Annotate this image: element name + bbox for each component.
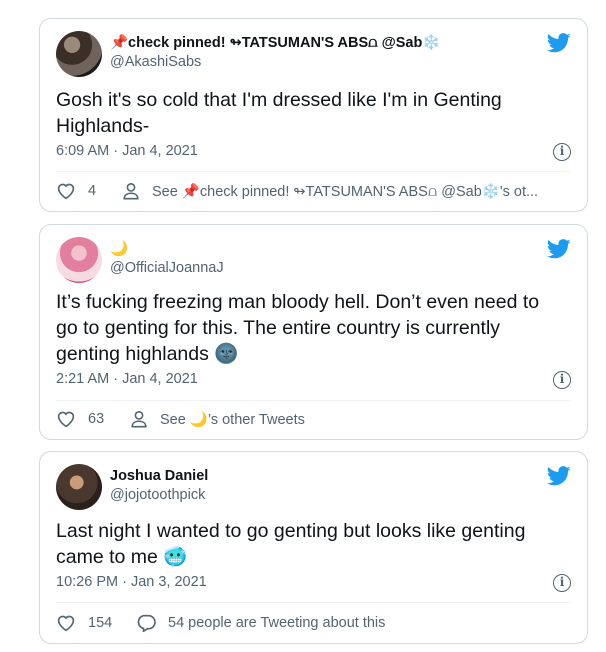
avatar[interactable] [56,237,102,283]
info-icon[interactable]: i [553,371,571,389]
tweet-actions: 63 See 🌙’s other Tweets [56,410,571,432]
see-other-tweets-link[interactable]: See 🌙’s other Tweets [130,410,305,428]
tweet-text-line: genting highlands 🌚 [56,343,239,365]
user-handle[interactable]: @OfficialJoannaJ [110,259,531,278]
display-name[interactable]: Joshua Daniel [110,467,531,486]
info-icon[interactable]: i [553,143,571,161]
secondary-action-label: 54 people are Tweeting about this [168,615,386,631]
tweet-header: 📌check pinned! ↬TATSUMAN'S ABS⩍ @Sab❄️ @… [56,31,571,79]
person-icon [131,410,147,428]
display-name[interactable]: 📌check pinned! ↬TATSUMAN'S ABS⩍ @Sab❄️ [110,34,531,53]
heart-icon [57,615,75,632]
tweet-card[interactable]: 📌check pinned! ↬TATSUMAN'S ABS⩍ @Sab❄️ @… [39,18,588,212]
like-button[interactable]: 4 [56,182,96,200]
tweet-text-line: Gosh it's so cold that I'm dressed like … [56,89,502,111]
author-block[interactable]: Joshua Daniel @jojotoothpick [110,467,531,505]
tweet-header: Joshua Daniel @jojotoothpick [56,464,571,512]
timestamp[interactable]: 10:26 PM · Jan 3, 2021 [56,574,207,590]
user-handle[interactable]: @AkashiSabs [110,53,531,72]
tweet-text-line: go to genting for this. The entire count… [56,317,501,339]
secondary-action-label: See 🌙’s other Tweets [160,411,305,428]
timestamp[interactable]: 6:09 AM · Jan 4, 2021 [56,143,198,159]
avatar[interactable] [56,31,102,77]
twitter-bird-icon[interactable] [547,33,571,53]
twitter-bird-icon[interactable] [547,466,571,486]
like-button[interactable]: 154 [56,614,112,632]
tweet-text-line: came to me 🥶 [56,546,188,568]
see-other-tweets-link[interactable]: See 📌check pinned! ↬TATSUMAN'S ABS⩍ @Sab… [122,182,538,200]
tweet-meta: 2:21 AM · Jan 4, 2021 i [56,371,571,391]
tweet-card[interactable]: Joshua Daniel @jojotoothpick Last night … [39,451,588,644]
reply-icon [137,614,156,632]
tweet-actions: 4 See 📌check pinned! ↬TATSUMAN'S ABS⩍ @S… [56,182,571,204]
like-count: 154 [88,615,113,631]
divider [56,400,571,401]
person-icon [123,182,139,200]
like-count: 63 [88,411,105,427]
tweeting-about-link[interactable]: 54 people are Tweeting about this [136,614,385,632]
timestamp[interactable]: 2:21 AM · Jan 4, 2021 [56,371,198,387]
tweet-text: Gosh it's so cold that I'm dressed like … [56,87,571,139]
heart-icon [57,183,75,200]
tweet-header: 🌙 @OfficialJoannaJ [56,237,571,285]
like-button[interactable]: 63 [56,410,104,428]
author-block[interactable]: 🌙 @OfficialJoannaJ [110,240,531,278]
tweet-text-line: It’s fucking freezing man bloody hell. D… [56,291,540,313]
user-handle[interactable]: @jojotoothpick [110,486,531,505]
tweet-text-line: Last night I wanted to go genting but lo… [56,520,526,542]
divider [56,171,571,172]
tweet-meta: 6:09 AM · Jan 4, 2021 i [56,143,571,163]
tweet-text-line: Highlands- [56,115,150,137]
secondary-action-label: See 📌check pinned! ↬TATSUMAN'S ABS⩍ @Sab… [152,183,539,200]
tweet-card[interactable]: 🌙 @OfficialJoannaJ It’s fucking freezing… [39,224,588,440]
tweet-actions: 154 54 people are Tweeting about this [56,614,571,636]
avatar[interactable] [56,464,102,510]
heart-icon [57,411,75,428]
info-icon[interactable]: i [553,574,571,592]
tweet-text: Last night I wanted to go genting but lo… [56,518,571,570]
divider [56,602,571,603]
twitter-bird-icon[interactable] [547,239,571,259]
like-count: 4 [88,183,97,199]
tweet-meta: 10:26 PM · Jan 3, 2021 i [56,574,571,594]
author-block[interactable]: 📌check pinned! ↬TATSUMAN'S ABS⩍ @Sab❄️ @… [110,34,531,72]
display-name[interactable]: 🌙 [110,240,531,259]
tweet-text: It’s fucking freezing man bloody hell. D… [56,289,571,367]
